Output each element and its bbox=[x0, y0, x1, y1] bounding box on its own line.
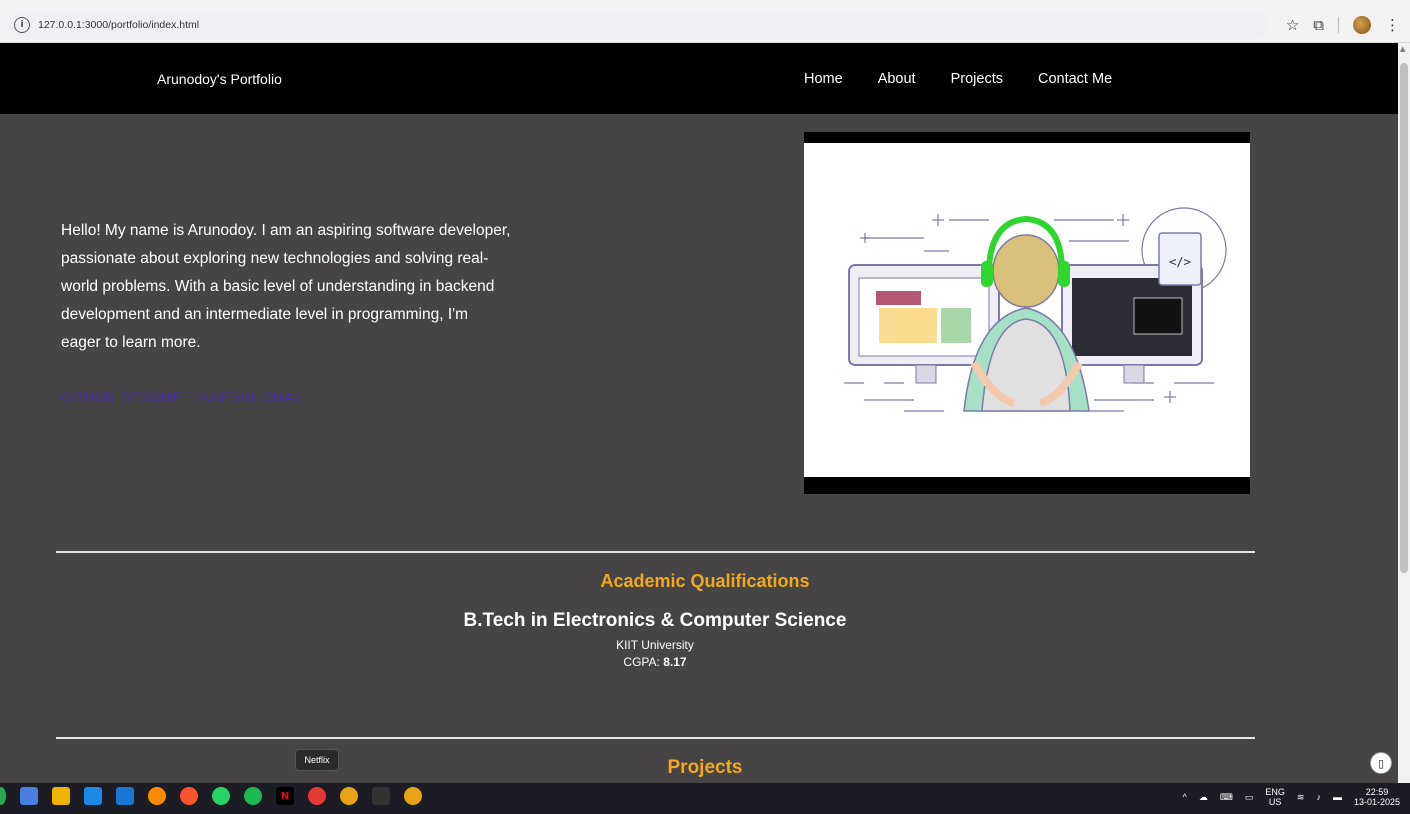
degree-title: B.Tech in Electronics & Computer Science bbox=[463, 610, 847, 631]
section-divider bbox=[56, 737, 1255, 739]
whatsapp-icon[interactable] bbox=[212, 787, 230, 805]
language-indicator[interactable]: ENG US bbox=[1265, 787, 1285, 807]
reading-mode-icon[interactable]: ▯ bbox=[1370, 752, 1392, 774]
browser-toolbar: i 127.0.0.1:3000/portfolio/index.html ☆ … bbox=[0, 0, 1410, 43]
github-link[interactable]: GITHUB bbox=[61, 389, 114, 405]
section-divider bbox=[56, 551, 1255, 553]
notepad-icon[interactable] bbox=[20, 787, 38, 805]
svg-text:</>: </> bbox=[1169, 255, 1191, 269]
academic-title: Academic Qualifications bbox=[600, 571, 810, 591]
chrome-profile-icon[interactable] bbox=[404, 787, 422, 805]
battery-icon[interactable]: ▬ bbox=[1333, 792, 1342, 802]
address-bar[interactable]: i 127.0.0.1:3000/portfolio/index.html bbox=[6, 12, 1268, 38]
page-scrollbar[interactable]: ▲ bbox=[1398, 43, 1410, 783]
chevron-up-icon[interactable]: ^ bbox=[1183, 792, 1187, 802]
site-navbar: Arunodoy's Portfolio Home About Projects… bbox=[0, 43, 1398, 114]
star-icon[interactable]: ☆ bbox=[1286, 16, 1299, 34]
hero-illustration: </> bbox=[804, 132, 1250, 494]
cgpa-label: CGPA: bbox=[623, 655, 660, 669]
store-icon[interactable] bbox=[84, 787, 102, 805]
extensions-icon[interactable]: ⧉ bbox=[1313, 16, 1324, 34]
chrome-icon[interactable] bbox=[340, 787, 358, 805]
nav-links: Home About Projects Contact Me bbox=[804, 71, 1112, 87]
illustration-canvas: </> bbox=[804, 143, 1250, 477]
linkedin-link[interactable]: LINKEDIN bbox=[190, 389, 255, 405]
clock[interactable]: 22:59 13-01-2025 bbox=[1354, 787, 1400, 807]
divider bbox=[1338, 17, 1339, 33]
menu-icon[interactable]: ⋮ bbox=[1385, 16, 1400, 34]
info-icon[interactable]: i bbox=[14, 17, 30, 33]
app-icon-red[interactable] bbox=[308, 787, 326, 805]
taskbar-tooltip: Netflix bbox=[295, 749, 339, 771]
lang-bottom: US bbox=[1268, 797, 1282, 807]
system-tray: ^ ☁ ⌨ ▭ ENG US ≋ ♪ ▬ 22:59 13-01-2025 bbox=[1183, 787, 1400, 807]
hero-intro: Hello! My name is Arunodoy. I am an aspi… bbox=[61, 222, 511, 351]
browser-actions: ☆ ⧉ ⋮ bbox=[1286, 12, 1400, 38]
wifi-icon[interactable]: ≋ bbox=[1297, 792, 1305, 803]
brave-icon[interactable] bbox=[180, 787, 198, 805]
lang-top: ENG bbox=[1265, 787, 1285, 797]
nav-home[interactable]: Home bbox=[804, 71, 843, 87]
profile-avatar[interactable] bbox=[1353, 16, 1371, 34]
volume-icon[interactable]: ♪ bbox=[1316, 792, 1321, 802]
clock-date: 13-01-2025 bbox=[1353, 797, 1400, 807]
vscode-icon[interactable] bbox=[116, 787, 134, 805]
taskbar-apps: N bbox=[0, 787, 422, 805]
projects-title: Projects bbox=[667, 757, 743, 778]
gmail-link[interactable]: GMAIL bbox=[262, 389, 306, 405]
nav-projects[interactable]: Projects bbox=[951, 71, 1003, 87]
netflix-icon[interactable]: N bbox=[276, 787, 294, 805]
hero-links: GITHUB RESUME LINKEDIN GMAIL bbox=[61, 389, 310, 405]
file-explorer-icon[interactable] bbox=[52, 787, 70, 805]
developer-illustration: </> bbox=[844, 207, 1227, 412]
scroll-thumb[interactable] bbox=[1400, 63, 1408, 573]
display-icon[interactable]: ▭ bbox=[1245, 792, 1254, 803]
cgpa-line: CGPA: 8.17 bbox=[0, 655, 1310, 669]
resume-link[interactable]: RESUME bbox=[122, 389, 182, 405]
app-icon-green[interactable] bbox=[0, 787, 6, 805]
address-url[interactable]: 127.0.0.1:3000/portfolio/index.html bbox=[38, 19, 199, 31]
scroll-up-icon[interactable]: ▲ bbox=[1400, 45, 1405, 53]
university-name: KIIT University bbox=[616, 638, 694, 652]
clock-time: 22:59 bbox=[1365, 787, 1389, 797]
brand-title[interactable]: Arunodoy's Portfolio bbox=[157, 71, 282, 87]
nav-about[interactable]: About bbox=[878, 71, 916, 87]
cgpa-value: 8.17 bbox=[663, 655, 687, 669]
spotify-icon[interactable] bbox=[244, 787, 262, 805]
keyboard-icon[interactable]: ⌨ bbox=[1220, 792, 1233, 803]
cloud-icon[interactable]: ☁ bbox=[1199, 792, 1208, 803]
nav-contact[interactable]: Contact Me bbox=[1038, 71, 1112, 87]
os-taskbar: N ^ ☁ ⌨ ▭ ENG US ≋ ♪ ▬ 22:59 13-01-2025 bbox=[0, 783, 1410, 814]
browser-orange-icon[interactable] bbox=[148, 787, 166, 805]
audio-app-icon[interactable] bbox=[372, 787, 390, 805]
